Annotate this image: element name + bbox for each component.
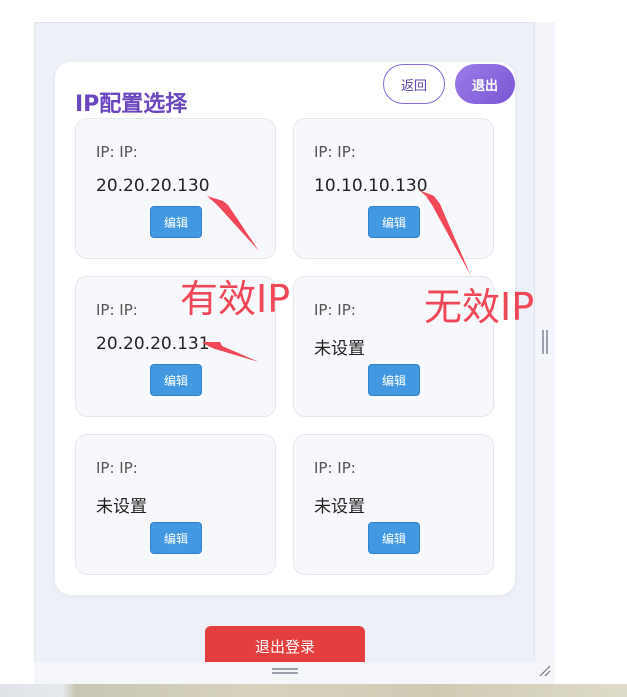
annotation-arrow [207, 196, 259, 251]
annotation-arrows [202, 190, 471, 362]
annotation-arrow [419, 190, 471, 276]
annotation-arrow [202, 342, 259, 362]
